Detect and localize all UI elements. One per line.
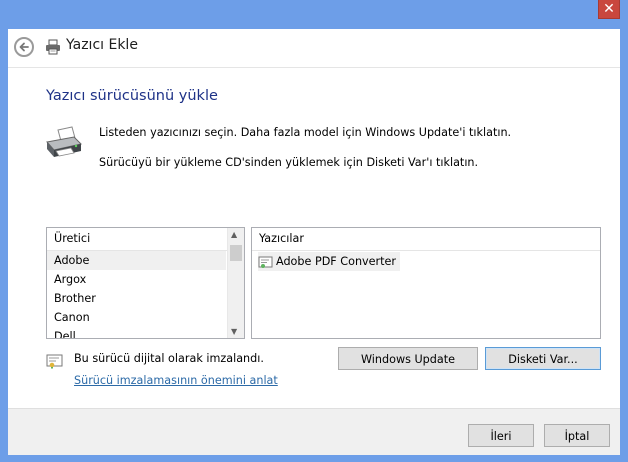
manufacturer-item[interactable]: Adobe: [47, 251, 226, 270]
window-title: Yazıcı Ekle: [66, 37, 138, 53]
page-title: Yazıcı sürücüsünü yükle: [46, 88, 218, 104]
printer-item[interactable]: Adobe PDF Converter: [258, 252, 401, 271]
dialog-header: Yazıcı Ekle: [8, 29, 620, 67]
cancel-button[interactable]: İptal: [544, 424, 610, 447]
manufacturer-column-header[interactable]: Üretici: [47, 228, 244, 251]
signature-status: Bu sürücü dijital olarak imzalandı.: [74, 352, 264, 365]
printer-item-label: Adobe PDF Converter: [276, 255, 397, 268]
manufacturer-item[interactable]: Argox: [47, 270, 244, 289]
dialog-content: Yazıcı sürücüsünü yükle Listeden yazıcın…: [8, 67, 620, 409]
printer-list[interactable]: Yazıcılar Adobe PDF Converter: [251, 227, 601, 339]
close-button[interactable]: ✕: [598, 0, 620, 19]
instruction-text: Listeden yazıcınızı seçin. Daha fazla mo…: [99, 126, 512, 139]
printer-small-icon: [46, 39, 60, 55]
back-arrow-icon: [19, 42, 29, 52]
disk-instruction-text: Sürücüyü bir yükleme CD'sinden yüklemek …: [99, 156, 479, 169]
signed-driver-icon: [46, 354, 63, 369]
dialog-footer: İleri İptal: [8, 408, 620, 455]
close-icon: ✕: [603, 1, 615, 17]
manufacturer-item[interactable]: Brother: [47, 289, 244, 308]
manufacturer-scrollbar[interactable]: ▲ ▼: [227, 228, 244, 338]
manufacturer-item[interactable]: Canon: [47, 308, 244, 327]
next-button[interactable]: İleri: [468, 424, 534, 447]
signing-info-link[interactable]: Sürücü imzalamasının önemini anlat: [74, 374, 278, 387]
scroll-up-icon[interactable]: ▲: [231, 230, 237, 239]
certified-driver-icon: [258, 256, 273, 268]
add-printer-window: ✕ Yazıcı Ekle Yazıcı sürücüsünü yükle Li…: [0, 0, 628, 462]
printer-icon: [46, 126, 82, 157]
manufacturer-item[interactable]: Dell: [47, 327, 244, 338]
scroll-down-icon[interactable]: ▼: [231, 327, 237, 336]
back-button[interactable]: [14, 37, 34, 57]
windows-update-button[interactable]: Windows Update: [338, 347, 478, 370]
manufacturer-list[interactable]: Üretici Adobe Argox Brother Canon Dell ▲…: [46, 227, 245, 339]
printer-column-header[interactable]: Yazıcılar: [252, 228, 600, 251]
have-disk-button[interactable]: Disketi Var...: [485, 347, 601, 370]
scroll-thumb[interactable]: [230, 245, 242, 261]
